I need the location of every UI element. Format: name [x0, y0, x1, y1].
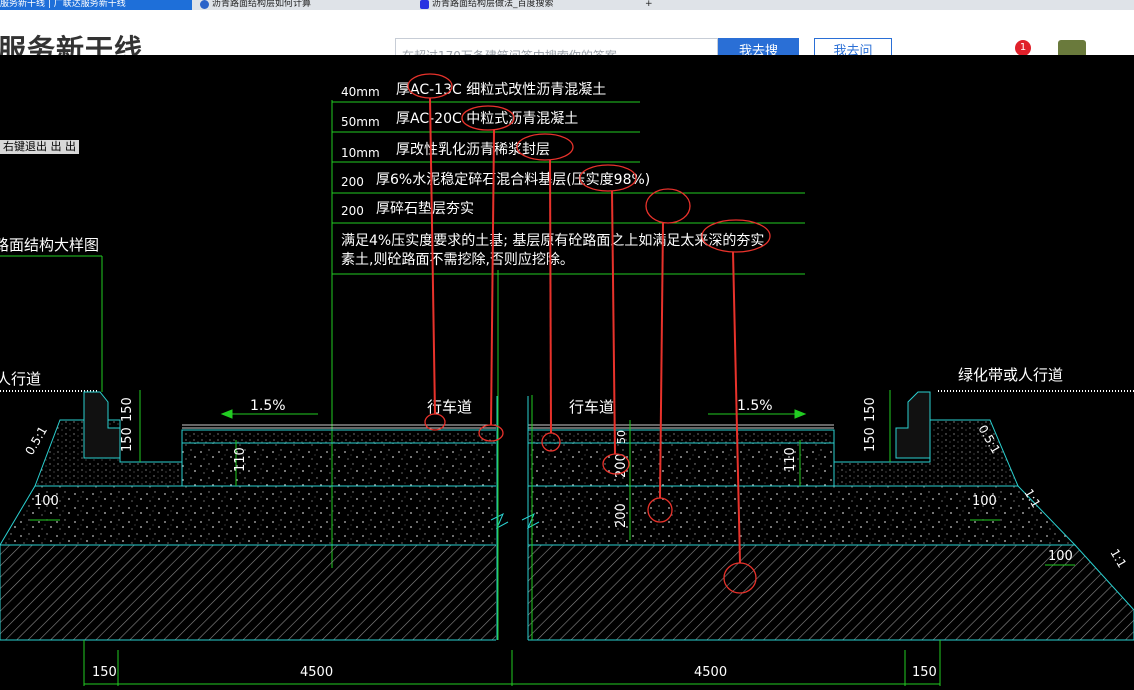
legend-note-line-2: 素土,则砼路面不需挖除,否则应挖除。: [341, 251, 574, 268]
search-input[interactable]: 在超过170万条建筑问答中搜索你的答案: [395, 38, 718, 55]
site-header: 服务新干线 在超过170万条建筑问答中搜索你的答案 我去搜 我去问 1: [0, 10, 1134, 55]
left-sidewalk-label: 人行道: [0, 370, 41, 388]
legend-text-2: 厚AC-20C 中粒式沥青混凝土: [396, 111, 578, 127]
new-tab-button[interactable]: +: [645, 0, 665, 10]
dim-150-c: 150: [863, 397, 878, 422]
avatar[interactable]: [1058, 40, 1086, 55]
tab-active[interactable]: 服务新干线 | 广联达服务新干线: [0, 0, 192, 10]
legend-text-4: 厚6%水泥稳定碎石混合料基层(压实度98%): [376, 171, 650, 188]
pavement-cross-section: [0, 391, 1134, 645]
notification-badge[interactable]: 1: [1015, 40, 1031, 55]
carriageway-label-left: 行车道: [427, 398, 472, 416]
tab-label-3: 沥青路面结构层做法_百度搜索: [432, 0, 554, 9]
dim-150-b: 150: [120, 427, 135, 452]
slope-ratio-left: 0.5:1: [22, 424, 50, 458]
tab-label-2: 沥青路面结构层如何计算: [212, 0, 312, 9]
ask-button[interactable]: 我去问: [814, 38, 892, 55]
legend-text-1: 厚AC-13C 细粒式改性沥青混凝土: [396, 82, 606, 98]
dim-bottom-4500-left: 4500: [300, 665, 333, 680]
legend-thick-5: 200: [341, 204, 364, 218]
dim-110-b: 110: [783, 447, 798, 472]
tab-label-1: 服务新干线 | 广联达服务新干线: [0, 0, 126, 9]
legend-thick-4: 200: [341, 175, 364, 189]
slope-left: 1.5%: [250, 398, 286, 414]
dim-150-a: 150: [120, 397, 135, 422]
dim-100-b: 100: [972, 494, 997, 509]
cad-drawing-viewport[interactable]: 40mm 厚AC-13C 细粒式改性沥青混凝土 50mm 厚AC-20C 中粒式…: [0, 55, 1134, 686]
legend-thick-2: 50mm: [341, 115, 380, 129]
tab-3[interactable]: 沥青路面结构层做法_百度搜索: [420, 0, 630, 10]
dim-bottom-150-left: 150: [92, 665, 117, 680]
legend-text-5: 厚碎石垫层夯实: [376, 201, 474, 217]
dim-200-b: 200: [614, 503, 629, 528]
site-logo[interactable]: 服务新干线: [0, 28, 143, 55]
dim-bottom-150-right: 150: [912, 665, 937, 680]
search-button[interactable]: 我去搜: [718, 38, 799, 55]
site-favicon-icon: [200, 0, 209, 9]
browser-tab-bar: 服务新干线 | 广联达服务新干线 沥青路面结构层如何计算 沥青路面结构层做法_百…: [0, 0, 1134, 10]
cad-drawing: 40mm 厚AC-13C 细粒式改性沥青混凝土 50mm 厚AC-20C 中粒式…: [0, 73, 1134, 686]
tab-2[interactable]: 沥青路面结构层如何计算: [200, 0, 405, 10]
dim-50: 50: [615, 430, 628, 444]
legend-note-line-1: 满足4%压实度要求的土基; 基层原有砼路面之上如满足太来深的夯实: [341, 232, 764, 249]
dim-100-c: 100: [1048, 549, 1073, 564]
legend-thick-3: 10mm: [341, 146, 380, 160]
dim-bottom-4500-right: 4500: [694, 665, 727, 680]
dim-150-d: 150: [863, 427, 878, 452]
legend-text-3: 厚改性乳化沥青稀浆封层: [396, 142, 550, 158]
dim-100-a: 100: [34, 494, 59, 509]
dim-110-a: 110: [233, 447, 248, 472]
carriageway-label-right: 行车道: [569, 398, 614, 416]
slope-right: 1.5%: [737, 398, 773, 414]
right-green-belt-label: 绿化带或人行道: [958, 366, 1063, 384]
drawing-title: 路面结构大样图: [0, 236, 99, 254]
baidu-favicon-icon: [420, 0, 429, 9]
legend-thick-1: 40mm: [341, 85, 380, 99]
ratio-2: 1:1: [1107, 547, 1129, 571]
exit-hint: 右键退出 出 出: [0, 140, 79, 154]
